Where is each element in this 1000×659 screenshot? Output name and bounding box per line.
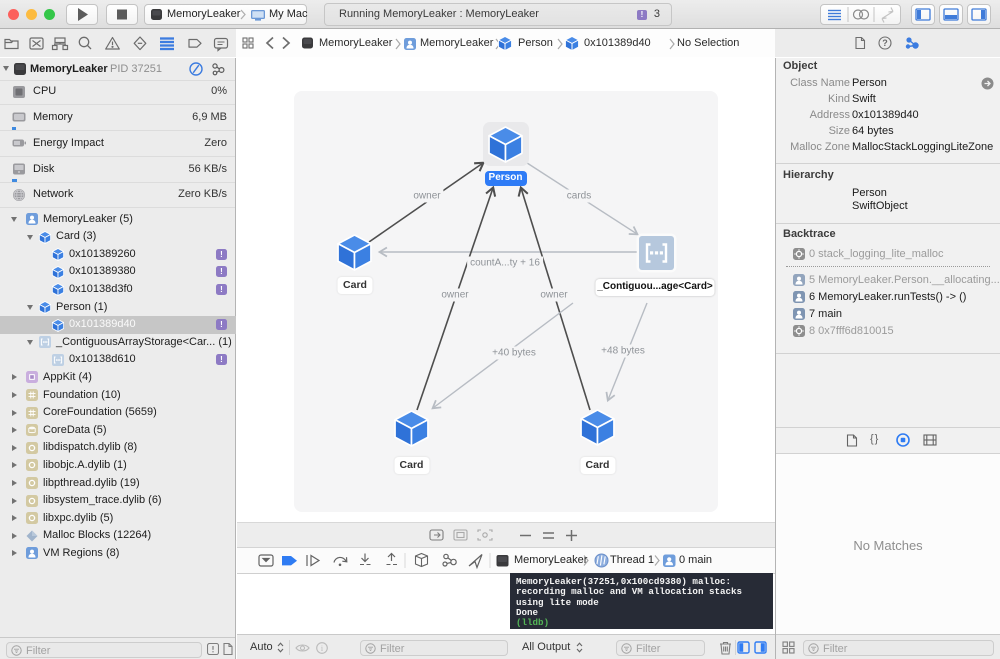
svg-text:?: ? [882, 38, 888, 48]
svg-text:i: i [321, 644, 324, 653]
